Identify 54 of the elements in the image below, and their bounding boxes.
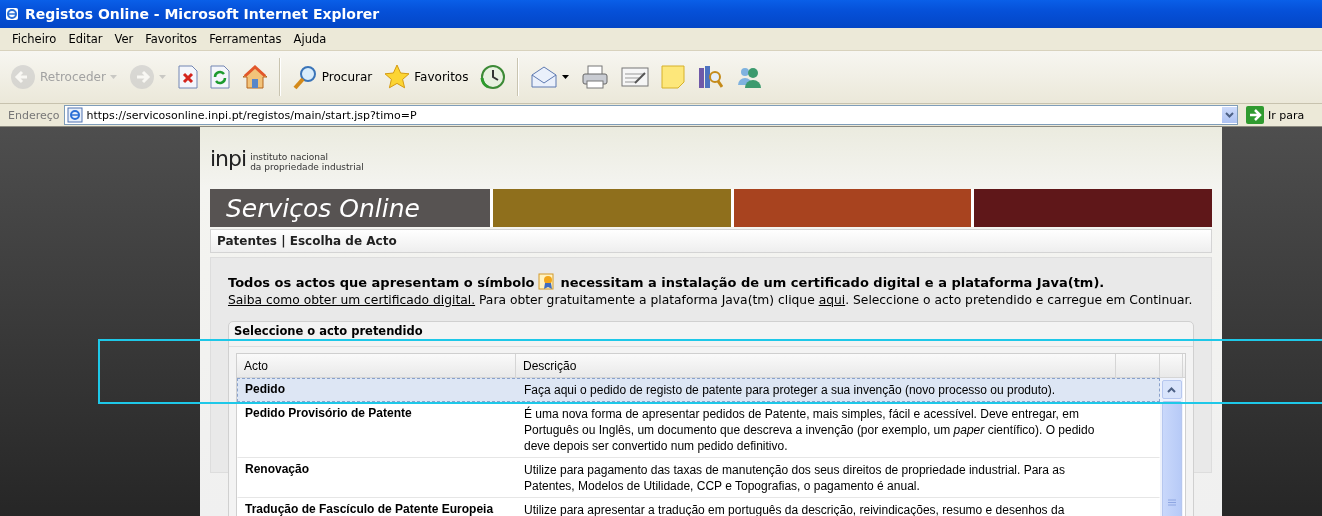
home-icon <box>241 65 268 89</box>
table-cell-text: Utilize para apresentar a tradução em português da descrição, reivindicações, resumo e desenhos da <box>523 502 1066 516</box>
java-link[interactable]: aqui <box>818 293 846 307</box>
note-icon <box>661 65 686 89</box>
arrow-right-icon <box>1246 106 1264 124</box>
breadcrumb: Patentes | Escolha de Acto <box>217 234 397 248</box>
table-cell-text: Tradução de Fascículo de Patente Europeia <box>244 501 495 516</box>
logo-wordmark: inpi <box>210 147 247 171</box>
printer-icon <box>581 65 610 89</box>
menu-item[interactable]: Favoritos <box>139 30 204 48</box>
mail-icon <box>530 65 559 89</box>
toolbar-button[interactable]: Favoritos <box>380 61 473 93</box>
toolbar-button[interactable]: Procurar <box>287 61 377 93</box>
scroll-up-button[interactable] <box>1161 380 1182 399</box>
menu-item[interactable]: Ver <box>108 30 140 48</box>
logo-tagline: instituto nacional <box>250 152 330 162</box>
menu-item[interactable]: Ajuda <box>287 30 333 48</box>
column-header[interactable]: Descrição <box>516 354 1116 377</box>
panel-title: Seleccione o acto pretendido <box>229 322 1193 347</box>
books-icon <box>697 64 724 90</box>
column-header[interactable]: Acto <box>237 354 516 377</box>
dropdown-button[interactable] <box>1222 107 1237 123</box>
stop-icon <box>177 65 198 89</box>
edit-icon <box>621 66 650 88</box>
table-cell-text: Faça aqui o pedido de registo de patente para proteger a sua invenção (novo processo ou produto). <box>523 382 1057 399</box>
history-icon <box>480 64 507 90</box>
window-title: Registos Online - Microsoft Internet Explorer <box>25 6 380 22</box>
chevron-down-icon <box>1225 112 1234 118</box>
browser-icon <box>4 6 20 22</box>
address-label: Endereço <box>8 108 60 122</box>
refresh-icon <box>209 65 230 89</box>
menu-item[interactable]: Ficheiro <box>6 30 63 48</box>
table-row[interactable]: Renovação Utilize para pagamento das taxas de manutenção dos seus direitos de propriedade industrial. Para as Patentes, Modelos de Utilidade, CCP e Topografias, o pagamento é anual. <box>237 458 1160 498</box>
table-cell-text: É uma nova forma de apresentar pedidos de Patente, mais simples, fácil e acessível. Deve entregar, em Português ou Inglês, um documento que descreva a invenção (por exemplo, um paper científico). O pedido deve depois ser convertido num pedido definitivo. <box>523 405 1096 455</box>
page-icon <box>66 107 83 123</box>
table-row[interactable]: Pedido Faça aqui o pedido de registo de patente para proteger a sua invenção (novo processo ou produto). <box>237 378 1160 402</box>
table-cell-text: Pedido <box>244 381 286 398</box>
menu-item[interactable]: Editar <box>62 30 109 48</box>
star-icon <box>384 64 411 90</box>
address-field[interactable]: https://servicosonline.inpi.pt/registos/main/start.jsp?timo=P <box>63 105 1238 125</box>
banner-title: Serviços Online <box>210 189 490 227</box>
go-button[interactable]: Ir para <box>1242 106 1322 124</box>
intro-text: Todos os actos que apresentam o símbolo necessitam a instalação de um certificado digital e a plataforma Java(tm). Saiba como obter um certificado digital. Para obter gratuitamente a plataforma Java(tm) clique aqui. Seleccione o acto pretendido e carregue em Continuar. <box>228 272 1194 309</box>
menu-item[interactable]: Ferramentas <box>203 30 288 48</box>
grip-icon <box>1167 498 1176 506</box>
table-cell-text: Renovação <box>244 461 311 478</box>
chevron-up-icon <box>1167 386 1176 393</box>
certificate-link[interactable]: Saiba como obter um certificado digital. <box>228 293 476 307</box>
certificate-icon <box>538 272 557 290</box>
table-cell-text: Utilize para pagamento das taxas de manutenção dos seus direitos de propriedade industrial. Para as Patentes, Modelos de Utilidade, CCP e Topografias, o pagamento é anual. <box>523 462 1066 495</box>
table-cell-text: Pedido Provisório de Patente <box>244 405 413 422</box>
logo-tagline: da propriedade industrial <box>250 162 364 172</box>
people-icon <box>735 65 764 89</box>
search-icon <box>291 64 318 90</box>
